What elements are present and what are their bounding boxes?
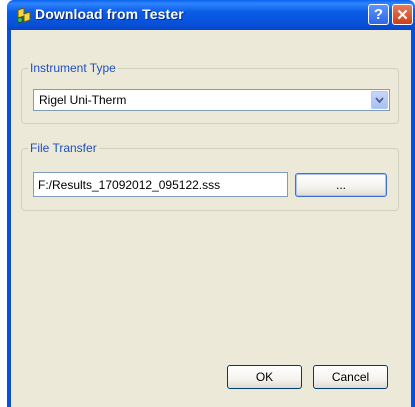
title-bar[interactable]: Download from Tester ? ✕ <box>7 0 415 30</box>
cancel-button[interactable]: Cancel <box>313 365 388 389</box>
file-path-field[interactable]: F:/Results_17092012_095122.sss <box>33 172 288 197</box>
file-path-value: F:/Results_17092012_095122.sss <box>38 178 221 192</box>
ok-button[interactable]: OK <box>227 365 302 389</box>
browse-button[interactable]: ... <box>295 173 387 197</box>
window-title: Download from Tester <box>35 6 184 22</box>
close-button[interactable]: ✕ <box>392 4 413 25</box>
instrument-type-value: Rigel Uni-Therm <box>39 93 127 107</box>
help-button[interactable]: ? <box>368 4 389 25</box>
file-transfer-label: File Transfer <box>28 141 99 155</box>
app-icon <box>17 7 31 23</box>
chevron-down-glyph <box>375 96 384 103</box>
instrument-type-label: Instrument Type <box>28 61 118 75</box>
chevron-down-icon[interactable] <box>371 91 388 109</box>
instrument-type-select[interactable]: Rigel Uni-Therm <box>33 89 390 111</box>
